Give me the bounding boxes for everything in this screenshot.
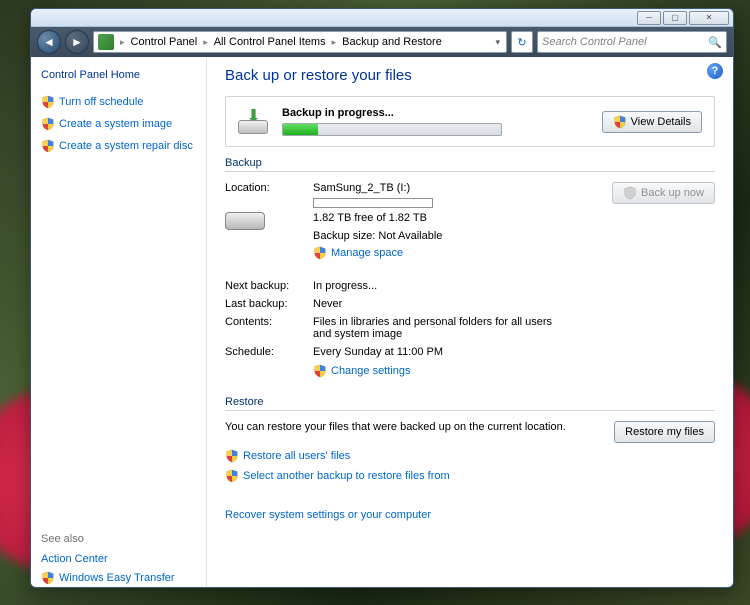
control-panel-icon xyxy=(98,34,114,50)
breadcrumb[interactable]: ▸ Control Panel ▸ All Control Panel Item… xyxy=(93,31,507,53)
location-label: Location: xyxy=(225,182,299,194)
schedule-value: Every Sunday at 11:00 PM xyxy=(313,346,715,358)
space-free-text: 1.82 TB free of 1.82 TB xyxy=(313,212,598,224)
search-placeholder: Search Control Panel xyxy=(542,36,647,48)
restore-my-files-button[interactable]: Restore my files xyxy=(614,421,715,443)
shield-icon xyxy=(225,469,239,483)
select-another-backup-link[interactable]: Select another backup to restore files f… xyxy=(225,469,715,483)
chevron-right-icon: ▸ xyxy=(116,37,129,48)
see-also-action-center[interactable]: Action Center xyxy=(41,553,196,565)
shield-icon xyxy=(41,571,55,585)
see-also-windows-easy-transfer[interactable]: Windows Easy Transfer xyxy=(41,571,196,585)
page-title: Back up or restore your files xyxy=(225,67,715,84)
shield-icon xyxy=(313,364,327,378)
contents-label: Contents: xyxy=(225,316,313,340)
control-panel-home-link[interactable]: Control Panel Home xyxy=(41,69,196,81)
back-button[interactable]: ◄ xyxy=(37,30,61,54)
back-up-now-label: Back up now xyxy=(641,187,704,199)
restore-message: You can restore your files that were bac… xyxy=(225,421,566,433)
maximize-button[interactable]: ▢ xyxy=(663,11,687,25)
back-up-now-button[interactable]: Back up now xyxy=(612,182,715,204)
shield-icon xyxy=(41,117,55,131)
last-backup-label: Last backup: xyxy=(225,298,313,310)
restore-all-users-label: Restore all users' files xyxy=(243,450,350,462)
shield-icon xyxy=(41,139,55,153)
last-backup-value: Never xyxy=(313,298,715,310)
breadcrumb-item[interactable]: Control Panel xyxy=(129,36,200,48)
contents-value: Files in libraries and personal folders … xyxy=(313,316,573,340)
navigation-bar: ◄ ► ▸ Control Panel ▸ All Control Panel … xyxy=(31,27,733,57)
view-details-button[interactable]: View Details xyxy=(602,111,702,133)
sidebar-link-create-system-image[interactable]: Create a system image xyxy=(41,117,196,131)
restore-section-title: Restore xyxy=(225,396,715,411)
control-panel-window: ─ ▢ ✕ ◄ ► ▸ Control Panel ▸ All Control … xyxy=(30,8,734,588)
shield-icon xyxy=(41,95,55,109)
schedule-label: Schedule: xyxy=(225,346,313,358)
change-settings-link[interactable]: Change settings xyxy=(313,364,715,378)
search-icon: 🔍 xyxy=(708,36,722,49)
next-backup-value: In progress... xyxy=(313,280,715,292)
chevron-right-icon: ▸ xyxy=(199,37,212,48)
disk-space-bar xyxy=(313,198,433,208)
progress-label: Backup in progress... xyxy=(282,107,588,119)
minimize-button[interactable]: ─ xyxy=(637,11,661,25)
sidebar-link-create-repair-disc[interactable]: Create a system repair disc xyxy=(41,139,196,153)
progress-bar xyxy=(282,123,502,136)
backup-section-title: Backup xyxy=(225,157,715,172)
see-also-heading: See also xyxy=(41,533,196,545)
select-another-backup-label: Select another backup to restore files f… xyxy=(243,470,450,482)
shield-icon xyxy=(225,449,239,463)
sidebar: Control Panel Home Turn off schedule Cre… xyxy=(31,57,207,587)
next-backup-label: Next backup: xyxy=(225,280,313,292)
see-also-label: Windows Easy Transfer xyxy=(59,572,175,584)
refresh-button[interactable]: ↻ xyxy=(511,31,533,53)
recover-system-settings-link[interactable]: Recover system settings or your computer xyxy=(225,509,431,521)
search-input[interactable]: Search Control Panel 🔍 xyxy=(537,31,727,53)
manage-space-label: Manage space xyxy=(331,247,403,259)
shield-icon xyxy=(313,246,327,260)
change-settings-label: Change settings xyxy=(331,365,411,377)
breadcrumb-dropdown-icon[interactable]: ▾ xyxy=(489,37,506,48)
forward-button[interactable]: ► xyxy=(65,30,89,54)
content-area: Control Panel Home Turn off schedule Cre… xyxy=(31,57,733,587)
main-panel: ? Back up or restore your files ⬇ Backup… xyxy=(207,57,733,587)
manage-space-link[interactable]: Manage space xyxy=(313,246,598,260)
titlebar: ─ ▢ ✕ xyxy=(31,9,733,27)
sidebar-link-label: Create a system repair disc xyxy=(59,140,193,152)
chevron-right-icon: ▸ xyxy=(328,37,341,48)
shield-icon xyxy=(623,186,637,200)
backup-size-text: Backup size: Not Available xyxy=(313,230,598,242)
drive-backup-icon: ⬇ xyxy=(238,110,268,134)
sidebar-link-turn-off-schedule[interactable]: Turn off schedule xyxy=(41,95,196,109)
help-icon[interactable]: ? xyxy=(707,63,723,79)
backup-progress-box: ⬇ Backup in progress... View Details xyxy=(225,96,715,147)
drive-icon xyxy=(225,202,265,230)
close-button[interactable]: ✕ xyxy=(689,11,729,25)
view-details-label: View Details xyxy=(631,116,691,128)
sidebar-link-label: Turn off schedule xyxy=(59,96,143,108)
shield-icon xyxy=(613,115,627,129)
location-value: SamSung_2_TB (I:) xyxy=(313,182,598,194)
restore-all-users-link[interactable]: Restore all users' files xyxy=(225,449,715,463)
breadcrumb-item[interactable]: All Control Panel Items xyxy=(212,36,328,48)
breadcrumb-item[interactable]: Backup and Restore xyxy=(340,36,444,48)
sidebar-link-label: Create a system image xyxy=(59,118,172,130)
restore-my-files-label: Restore my files xyxy=(625,426,704,438)
